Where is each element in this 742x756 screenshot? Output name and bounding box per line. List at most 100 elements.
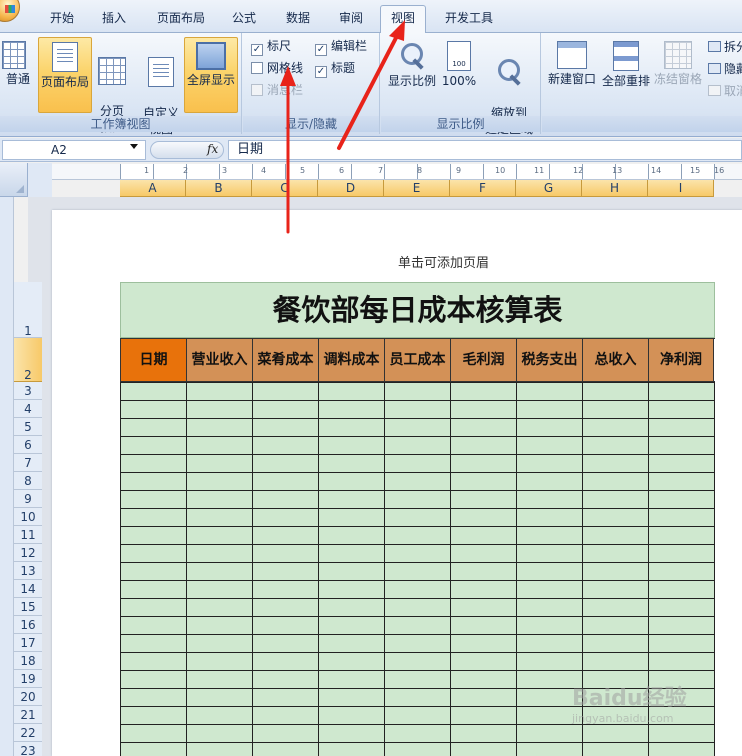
ruler-checkbox[interactable]: ✓ 标尺 [251, 36, 291, 56]
row-header-5[interactable]: 5 [14, 418, 42, 436]
horizontal-ruler[interactable]: 1 2 3 4 5 6 7 8 9 10 11 12 13 14 15 16 [52, 164, 742, 180]
row-header-13[interactable]: 13 [14, 562, 42, 580]
tab-review[interactable]: 审阅 [335, 6, 367, 33]
row-header-7[interactable]: 7 [14, 454, 42, 472]
zoom-selection-icon [494, 57, 524, 87]
row-header-15[interactable]: 15 [14, 598, 42, 616]
row-headers: 1 2 3 4 5 6 7 8 9 10 11 12 13 14 15 16 17 18 19 20 21 22 23 [14, 197, 42, 756]
table-header-cell[interactable]: 税务支出 [516, 339, 582, 381]
column-headers: ABCDEFGHI [120, 180, 715, 197]
row-header-21[interactable]: 21 [14, 706, 42, 724]
table-header-cell[interactable]: 日期 [120, 339, 186, 381]
column-header-d[interactable]: D [318, 180, 384, 197]
name-box[interactable]: A2 [2, 140, 146, 160]
column-header-c[interactable]: C [252, 180, 318, 197]
column-header-h[interactable]: H [582, 180, 648, 197]
normal-view-button[interactable]: 普通 [2, 37, 34, 109]
row-header-18[interactable]: 18 [14, 652, 42, 670]
unhide-button[interactable]: 取消 [708, 81, 742, 101]
row-header-3[interactable]: 3 [14, 382, 42, 400]
ruler-check-icon: ✓ [251, 44, 263, 56]
tab-formulas[interactable]: 公式 [228, 6, 260, 33]
row-header-22[interactable]: 22 [14, 724, 42, 742]
split-button[interactable]: 拆分 [708, 37, 742, 57]
ruler-number: 3 [222, 166, 228, 175]
full-screen-button[interactable]: 全屏显示 [184, 37, 238, 113]
ruler-number: 1 [144, 166, 150, 175]
magnifier-icon [397, 41, 427, 71]
formula-bar-checkbox[interactable]: ✓ 编辑栏 [315, 36, 367, 56]
tab-home[interactable]: 开始 [46, 6, 78, 33]
hide-label: 隐藏 [724, 62, 742, 76]
unhide-icon [708, 85, 721, 96]
hide-button[interactable]: 隐藏 [708, 59, 742, 79]
row-header-11[interactable]: 11 [14, 526, 42, 544]
freeze-panes-label: 冻结窗格 [653, 72, 702, 86]
table-header-cell[interactable]: 毛利润 [450, 339, 516, 381]
group-label-show-hide: 显示/隐藏 [243, 116, 379, 132]
tab-developer[interactable]: 开发工具 [440, 6, 498, 33]
group-zoom: 显示比例 100 100% 缩放到 选定区域 显示比例 [381, 33, 541, 136]
column-header-f[interactable]: F [450, 180, 516, 197]
ruler-number: 8 [417, 166, 423, 175]
tab-insert[interactable]: 插入 [98, 6, 130, 33]
new-window-button[interactable]: 新建窗口 [546, 37, 598, 113]
select-all-corner[interactable] [0, 163, 28, 197]
table-header-cell[interactable]: 菜肴成本 [252, 339, 318, 381]
headings-check-icon: ✓ [315, 66, 327, 78]
row-header-8[interactable]: 8 [14, 472, 42, 490]
row-header-23[interactable]: 23 [14, 742, 42, 756]
row-header-19[interactable]: 19 [14, 670, 42, 688]
vertical-ruler[interactable] [0, 197, 14, 756]
table-header-cell[interactable]: 营业收入 [186, 339, 252, 381]
row-header-6[interactable]: 6 [14, 436, 42, 454]
column-header-a[interactable]: A [120, 180, 186, 197]
office-button-icon[interactable] [0, 0, 20, 22]
row-header-16[interactable]: 16 [14, 616, 42, 634]
zoom-to-selection-button[interactable]: 缩放到 选定区域 [481, 37, 537, 136]
row-header-4[interactable]: 4 [14, 400, 42, 418]
ruler-number: 9 [456, 166, 462, 175]
name-box-dropdown-icon[interactable] [130, 144, 138, 149]
full-screen-icon [196, 42, 226, 70]
freeze-panes-button[interactable]: 冻结窗格 [652, 37, 704, 113]
sheet-title[interactable]: 餐饮部每日成本核算表 [120, 282, 715, 338]
table-header-cell[interactable]: 调料成本 [318, 339, 384, 381]
column-header-e[interactable]: E [384, 180, 450, 197]
split-icon [708, 41, 721, 52]
column-header-b[interactable]: B [186, 180, 252, 197]
row-header-10[interactable]: 10 [14, 508, 42, 526]
zoom-100-label: 100% [441, 74, 477, 88]
custom-views-button[interactable]: 自定义 视图 [140, 37, 182, 136]
zoom-100-button[interactable]: 100 100% [441, 37, 477, 113]
tab-data[interactable]: 数据 [282, 6, 314, 33]
tab-page-layout[interactable]: 页面布局 [152, 6, 210, 33]
row-header-17[interactable]: 17 [14, 634, 42, 652]
row-header-1[interactable]: 1 [14, 282, 42, 338]
zoom-button[interactable]: 显示比例 [387, 37, 437, 113]
ruler-number: 13 [612, 166, 623, 175]
header-placeholder[interactable]: 单击可添加页眉 [398, 252, 489, 271]
page-break-preview-button[interactable]: 分页 预览 [95, 37, 129, 134]
row-header-14[interactable]: 14 [14, 580, 42, 598]
row-header-2[interactable]: 2 [14, 338, 42, 382]
row-header-9[interactable]: 9 [14, 490, 42, 508]
ruler-number: 15 [690, 166, 701, 175]
freeze-panes-icon [664, 41, 692, 69]
table-header-cell[interactable]: 总收入 [582, 339, 648, 381]
tab-view[interactable]: 视图 [380, 5, 426, 34]
column-header-g[interactable]: G [516, 180, 582, 197]
message-bar-checkbox[interactable]: 消息栏 [251, 80, 303, 100]
column-header-i[interactable]: I [648, 180, 714, 197]
table-header-cell[interactable]: 员工成本 [384, 339, 450, 381]
arrange-all-button[interactable]: 全部重排 [600, 37, 652, 113]
formula-input[interactable]: 日期 [228, 140, 742, 160]
gridlines-check-icon [251, 62, 263, 74]
gridlines-checkbox[interactable]: 网格线 [251, 58, 303, 78]
row-header-20[interactable]: 20 [14, 688, 42, 706]
headings-checkbox[interactable]: ✓ 标题 [315, 58, 355, 78]
table-header-cell[interactable]: 净利润 [648, 339, 714, 381]
page-layout-view-button[interactable]: 页面布局 [38, 37, 92, 113]
row-header-12[interactable]: 12 [14, 544, 42, 562]
insert-function-icon[interactable]: fx [207, 142, 218, 156]
